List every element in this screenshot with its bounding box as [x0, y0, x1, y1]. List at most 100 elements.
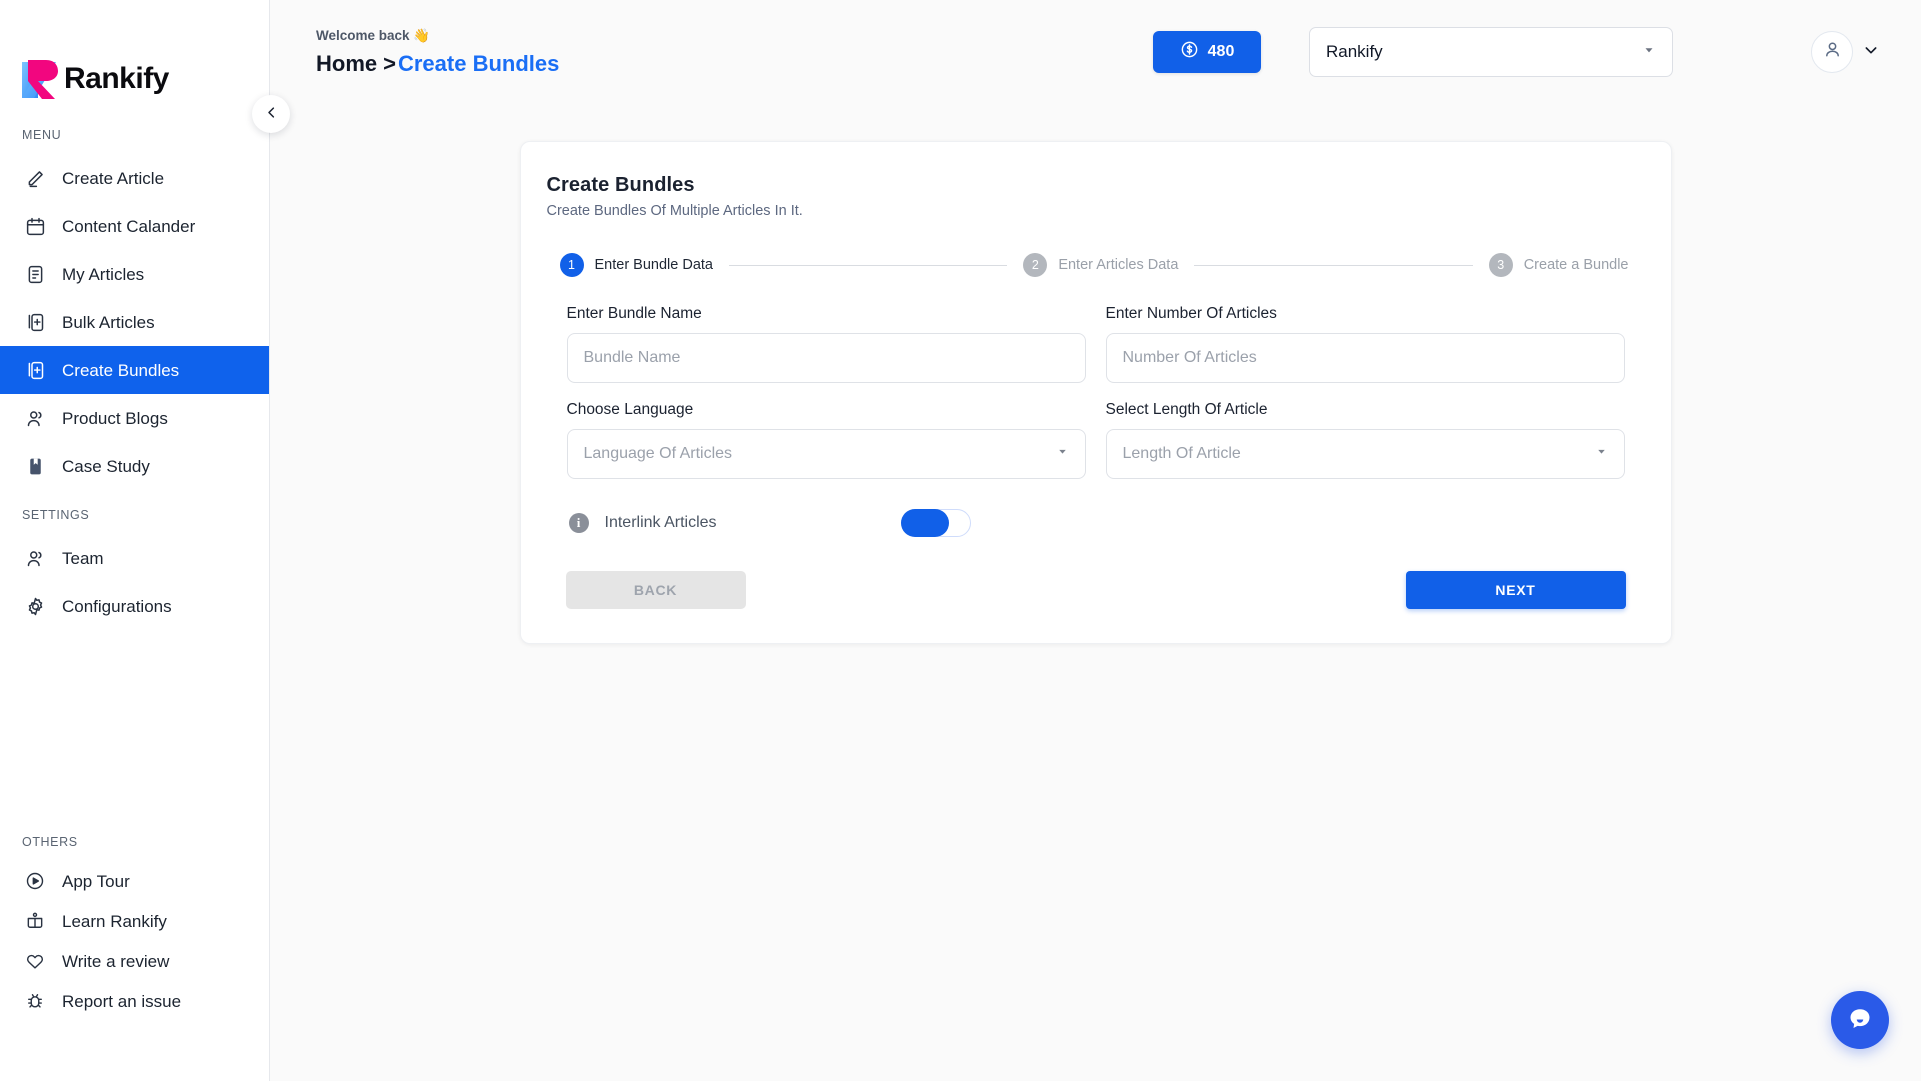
breadcrumb-separator: > — [383, 50, 396, 76]
topbar-right: 480 Rankify — [1153, 27, 1879, 77]
next-button[interactable]: NEXT — [1405, 571, 1626, 609]
step-number: 3 — [1488, 253, 1513, 277]
sidebar-section-menu-label: MENU — [22, 128, 62, 142]
interlink-articles-row: i Interlink Articles — [568, 509, 1645, 537]
length-of-article-label: Select Length Of Article — [1105, 401, 1268, 418]
sidebar-item-create-bundles[interactable]: Create Bundles — [0, 346, 269, 394]
credits-value: 480 — [1207, 43, 1235, 60]
sidebar-item-case-study[interactable]: Case Study — [0, 442, 269, 490]
breadcrumb-block: Welcome back 👋 Home > Create Bundles — [316, 28, 559, 77]
sidebar-item-label: App Tour — [62, 871, 130, 891]
user-menu[interactable] — [1811, 31, 1879, 73]
sidebar-item-label: Case Study — [62, 456, 150, 476]
breadcrumb: Home > Create Bundles — [316, 51, 559, 77]
documents-add-icon — [24, 311, 46, 333]
interlink-articles-toggle[interactable] — [900, 509, 971, 537]
chevron-down-icon — [1863, 42, 1879, 63]
workspace-select[interactable]: Rankify — [1309, 27, 1673, 77]
step-connector — [1194, 264, 1473, 266]
welcome-text: Welcome back 👋 — [316, 27, 431, 43]
chat-bubble-icon — [1845, 1004, 1875, 1037]
brand-name: Rankify — [64, 62, 169, 95]
sidebar-item-label: Learn Rankify — [62, 911, 167, 931]
card-actions: BACK NEXT — [547, 571, 1645, 609]
sidebar-others-group: App Tour Learn Rankify Write a review Re… — [0, 861, 269, 1021]
credits-button[interactable]: 480 — [1153, 31, 1261, 73]
sidebar-collapse-button[interactable] — [252, 95, 290, 133]
sidebar-item-my-articles[interactable]: My Articles — [0, 250, 269, 298]
field-length-of-article: Select Length Of Article Length Of Artic… — [1105, 401, 1625, 479]
step-label: Create a Bundle — [1523, 257, 1629, 273]
sidebar-item-product-blogs[interactable]: Product Blogs — [0, 394, 269, 442]
chevron-down-icon — [1642, 42, 1656, 62]
sidebar-item-create-article[interactable]: Create Article — [0, 154, 269, 202]
number-of-articles-input[interactable] — [1105, 333, 1625, 383]
step-1[interactable]: 1 Enter Bundle Data — [559, 253, 714, 277]
rankify-logo-icon — [22, 58, 62, 100]
sidebar-item-learn-rankify[interactable]: Learn Rankify — [0, 901, 269, 941]
sidebar-item-label: My Articles — [62, 264, 145, 284]
sidebar-item-team[interactable]: Team — [0, 534, 269, 582]
sidebar-item-label: Report an issue — [62, 991, 182, 1011]
pencil-icon — [24, 167, 46, 189]
chevron-down-icon — [1056, 445, 1069, 463]
users-icon — [24, 407, 46, 429]
bundle-name-input[interactable] — [566, 333, 1086, 383]
documents-add-icon — [24, 359, 46, 381]
step-2[interactable]: 2 Enter Articles Data — [1023, 253, 1178, 277]
calendar-icon — [24, 215, 46, 237]
language-select-placeholder: Language Of Articles — [583, 445, 733, 462]
sidebar-settings-group: Team Configurations — [0, 534, 269, 630]
sidebar-item-label: Bulk Articles — [62, 312, 155, 332]
number-of-articles-label: Enter Number Of Articles — [1105, 305, 1277, 322]
sidebar-item-label: Create Bundles — [62, 360, 180, 380]
field-bundle-name: Enter Bundle Name — [566, 305, 1086, 383]
bookmark-book-icon — [24, 455, 46, 477]
sidebar-item-write-a-review[interactable]: Write a review — [0, 941, 269, 981]
dollar-circle-icon — [1180, 40, 1199, 64]
topbar: Welcome back 👋 Home > Create Bundles 480… — [270, 0, 1921, 104]
bug-icon — [24, 990, 46, 1012]
length-select[interactable]: Length Of Article — [1105, 429, 1625, 479]
chevron-left-icon — [264, 105, 279, 123]
avatar — [1811, 31, 1853, 73]
length-select-placeholder: Length Of Article — [1122, 445, 1241, 462]
sidebar-item-label: Write a review — [62, 951, 170, 971]
sidebar-section-others-label: OTHERS — [22, 835, 78, 849]
back-button[interactable]: BACK — [565, 571, 746, 609]
sidebar-item-label: Content Calander — [62, 216, 196, 236]
info-icon[interactable]: i — [568, 513, 589, 533]
sidebar-item-app-tour[interactable]: App Tour — [0, 861, 269, 901]
breadcrumb-current: Create Bundles — [397, 50, 560, 76]
sidebar-menu-group: Create Article Content Calander My Artic… — [0, 154, 269, 490]
create-bundles-card: Create Bundles Create Bundles Of Multipl… — [519, 141, 1672, 644]
stepper: 1 Enter Bundle Data 2 Enter Articles Dat… — [559, 253, 1645, 277]
toggle-knob — [900, 509, 949, 537]
page-title: Create Bundles — [546, 174, 695, 196]
bundle-name-label: Enter Bundle Name — [566, 305, 702, 322]
sidebar-item-label: Create Article — [62, 168, 165, 188]
language-select[interactable]: Language Of Articles — [566, 429, 1086, 479]
sidebar-item-content-calander[interactable]: Content Calander — [0, 202, 269, 250]
bundle-form: Enter Bundle Name Enter Number Of Articl… — [547, 305, 1645, 497]
heart-icon — [24, 950, 46, 972]
brand-logo[interactable]: Rankify — [0, 0, 269, 110]
choose-language-label: Choose Language — [566, 401, 694, 418]
interlink-articles-label: Interlink Articles — [604, 514, 717, 531]
chevron-down-icon — [1595, 445, 1608, 463]
sidebar-item-label: Product Blogs — [62, 408, 168, 428]
users-icon — [24, 547, 46, 569]
breadcrumb-home[interactable]: Home — [316, 51, 377, 77]
gear-icon — [24, 595, 46, 617]
sidebar-item-report-an-issue[interactable]: Report an issue — [0, 981, 269, 1021]
document-icon — [24, 263, 46, 285]
step-3[interactable]: 3 Create a Bundle — [1488, 253, 1629, 277]
page-subtitle: Create Bundles Of Multiple Articles In I… — [546, 203, 803, 219]
open-book-icon — [24, 910, 46, 932]
sidebar-item-configurations[interactable]: Configurations — [0, 582, 269, 630]
step-label: Enter Bundle Data — [594, 257, 714, 273]
sidebar-item-label: Configurations — [62, 596, 172, 616]
chat-widget-button[interactable] — [1831, 991, 1889, 1049]
sidebar-item-bulk-articles[interactable]: Bulk Articles — [0, 298, 269, 346]
workspace-selected-value: Rankify — [1326, 42, 1383, 61]
